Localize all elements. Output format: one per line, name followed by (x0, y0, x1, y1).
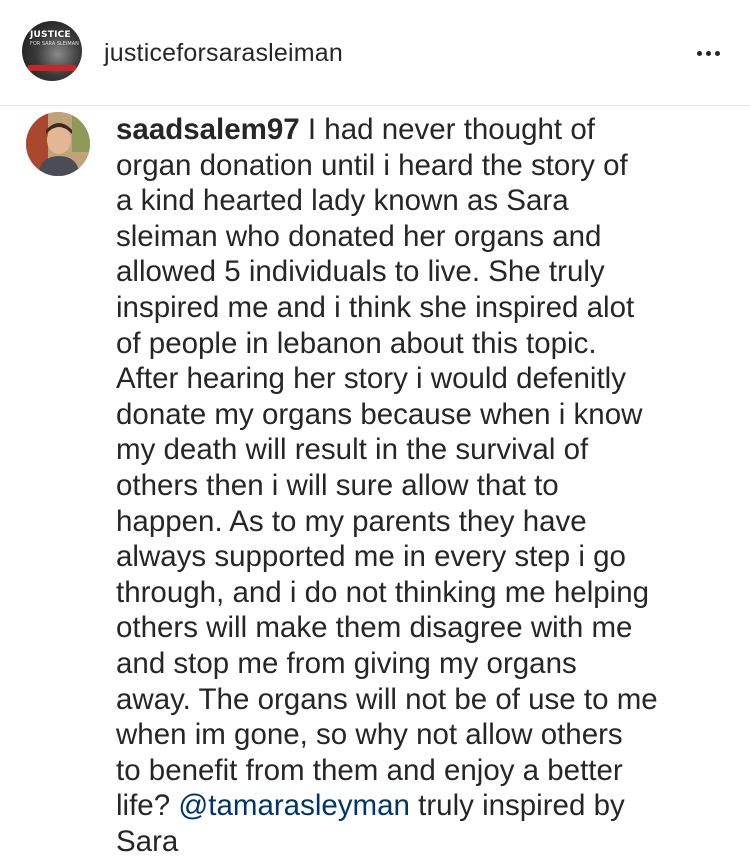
comment-line: others then i will sure allow that to (116, 468, 559, 502)
comment-line: and stop me from giving my organs (116, 646, 577, 680)
comment-line: After hearing her story i would defenitl… (116, 362, 626, 396)
commenter-username[interactable]: saadsalem97 (116, 113, 300, 146)
comment-line: my death will result in the survival of (116, 433, 589, 467)
comment-line: I had never thought of (307, 113, 595, 146)
comment-line: when im gone, so why not allow others (116, 718, 623, 752)
comment-line: organ donation until i heard the story o… (116, 148, 628, 182)
profile-avatar[interactable]: JUSTICE FOR SARA SLEIMAN (22, 21, 82, 81)
comment-line: sleiman who donated her organs and (116, 219, 602, 253)
avatar-logo-band (28, 65, 76, 71)
comment-text: saadsalem97 I had never thought of organ… (116, 112, 740, 859)
more-dot (705, 50, 711, 56)
post-header: JUSTICE FOR SARA SLEIMAN justiceforsaras… (0, 0, 750, 106)
comment-line: of people in lebanon about this topic. (116, 326, 597, 360)
mention-link[interactable]: @tamarasleyman (178, 789, 410, 822)
comment-line: others will make them disagree with me (116, 611, 633, 645)
commenter-photo-icon (26, 112, 90, 176)
comment-line: happen. As to my parents they have (116, 504, 587, 538)
comment-line: allowed 5 individuals to live. She truly (116, 255, 605, 289)
more-dot (696, 50, 702, 56)
comment-line: always supported me in every step i go (116, 540, 626, 574)
account-username[interactable]: justiceforsarasleiman (104, 38, 343, 68)
comment-line: life? (116, 789, 171, 823)
avatar-logo-title: JUSTICE (30, 30, 71, 40)
commenter-avatar[interactable] (26, 112, 90, 176)
comment-line: inspired me and i think she inspired alo… (116, 290, 635, 324)
comment-line: to benefit from them and enjoy a better (116, 753, 623, 787)
comment-line: Sara (116, 824, 179, 858)
more-dot (714, 50, 720, 56)
more-options-icon[interactable] (683, 38, 733, 68)
comment-line: truly inspired by (418, 789, 625, 823)
comment-line: a kind hearted lady known as Sara (116, 184, 569, 218)
comment-line: donate my organs because when i know (116, 397, 643, 431)
comment-line: away. The organs will not be of use to m… (116, 682, 658, 716)
avatar-logo-subtitle: FOR SARA SLEIMAN (30, 41, 79, 47)
comment-line: through, and i do not thinking me helpin… (116, 575, 650, 609)
